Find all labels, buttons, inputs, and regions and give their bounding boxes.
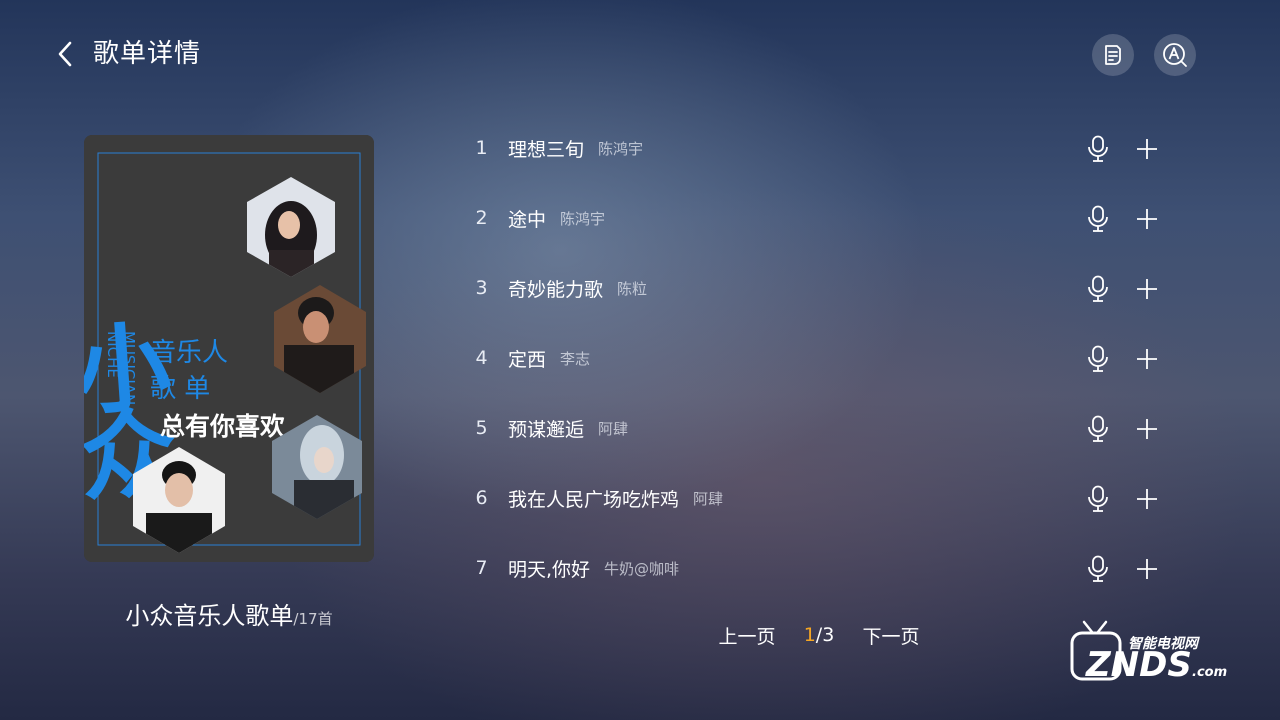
playlist-name: 小众音乐人歌单/17首	[0, 596, 458, 631]
song-title: 我在人民广场吃炸鸡	[508, 488, 680, 511]
microphone-icon[interactable]	[1085, 555, 1111, 583]
add-icon[interactable]	[1135, 207, 1159, 231]
song-artist: 陈鸿宇	[560, 209, 606, 228]
add-icon[interactable]	[1135, 557, 1159, 581]
song-index: 2	[475, 207, 488, 229]
cover-line-1: 音乐人	[150, 338, 228, 368]
song-row[interactable]: 6 我在人民广场吃炸鸡 阿肆	[455, 463, 1175, 533]
playlist-title: 小众音乐人歌单	[125, 602, 294, 630]
song-row[interactable]: 2 途中 陈鸿宇	[455, 183, 1175, 253]
song-index: 7	[475, 557, 488, 579]
playlist-button[interactable]	[1092, 34, 1134, 76]
header: 歌单详情	[0, 0, 1280, 110]
search-letter-icon	[1163, 43, 1187, 67]
add-icon[interactable]	[1135, 487, 1159, 511]
song-row[interactable]: 1 理想三旬 陈鸿宇	[455, 113, 1175, 183]
song-artist: 牛奶@咖啡	[604, 559, 680, 578]
song-artist: 陈粒	[617, 279, 648, 298]
microphone-icon[interactable]	[1085, 205, 1111, 233]
watermark-en: ZNDS	[1085, 645, 1192, 685]
song-row[interactable]: 4 定西 李志	[455, 323, 1175, 393]
next-page-button[interactable]: 下一页	[844, 622, 938, 649]
total-pages: /3	[815, 624, 835, 646]
page-title: 歌单详情	[93, 39, 202, 69]
song-title: 奇妙能力歌	[508, 278, 604, 301]
microphone-icon[interactable]	[1085, 275, 1111, 303]
cover-line-2: 歌 单	[150, 374, 210, 404]
song-title: 预谋邂逅	[508, 418, 585, 441]
song-artist: 陈鸿宇	[598, 139, 644, 158]
playlist-icon	[1105, 45, 1121, 65]
add-icon[interactable]	[1135, 277, 1159, 301]
back-button[interactable]	[50, 36, 80, 72]
song-title: 理想三旬	[508, 138, 585, 161]
add-icon[interactable]	[1135, 137, 1159, 161]
song-title: 途中	[508, 208, 547, 231]
watermark-suffix: .com	[1192, 665, 1227, 680]
znds-watermark-logo: 智能电视网 ZNDS .com	[1070, 620, 1227, 685]
microphone-icon[interactable]	[1085, 415, 1111, 443]
song-index: 6	[475, 487, 488, 509]
microphone-icon[interactable]	[1085, 345, 1111, 373]
song-artist: 阿肆	[598, 419, 629, 438]
song-row[interactable]: 5 预谋邂逅 阿肆	[455, 393, 1175, 463]
song-index: 4	[475, 347, 488, 369]
microphone-icon[interactable]	[1085, 485, 1111, 513]
song-row[interactable]: 7 明天,你好 牛奶@咖啡	[455, 533, 1175, 603]
prev-page-button[interactable]: 上一页	[700, 622, 794, 649]
song-index: 3	[475, 277, 488, 299]
cover-side-text-niche: NICHE	[104, 331, 122, 378]
song-index: 5	[475, 417, 488, 439]
pagination: 上一页 1/3 下一页	[700, 622, 938, 648]
song-title: 定西	[508, 348, 547, 371]
song-title: 明天,你好	[508, 558, 591, 581]
song-artist: 李志	[560, 349, 591, 368]
song-row[interactable]: 3 奇妙能力歌 陈粒	[455, 253, 1175, 323]
microphone-icon[interactable]	[1085, 135, 1111, 163]
cover-slogan: 总有你喜欢	[160, 412, 286, 441]
add-icon[interactable]	[1135, 347, 1159, 371]
add-icon[interactable]	[1135, 417, 1159, 441]
current-page: 1	[803, 624, 816, 646]
chevron-left-icon	[58, 41, 72, 67]
playlist-count: /17首	[293, 610, 333, 628]
search-button[interactable]	[1154, 34, 1196, 76]
cover-side-text-musician: MUSICIAN	[120, 331, 138, 405]
playlist-cover[interactable]: 小众 NICHE MUSICIAN 音乐人 歌 单 总有你喜欢	[84, 135, 374, 562]
page-indicator: 1/3	[794, 624, 844, 646]
song-index: 1	[475, 137, 488, 159]
song-list: 1 理想三旬 陈鸿宇 2 途中 陈鸿宇 3 奇妙能力歌 陈粒 4 定西 李志 5…	[455, 113, 1175, 603]
song-artist: 阿肆	[693, 489, 724, 508]
